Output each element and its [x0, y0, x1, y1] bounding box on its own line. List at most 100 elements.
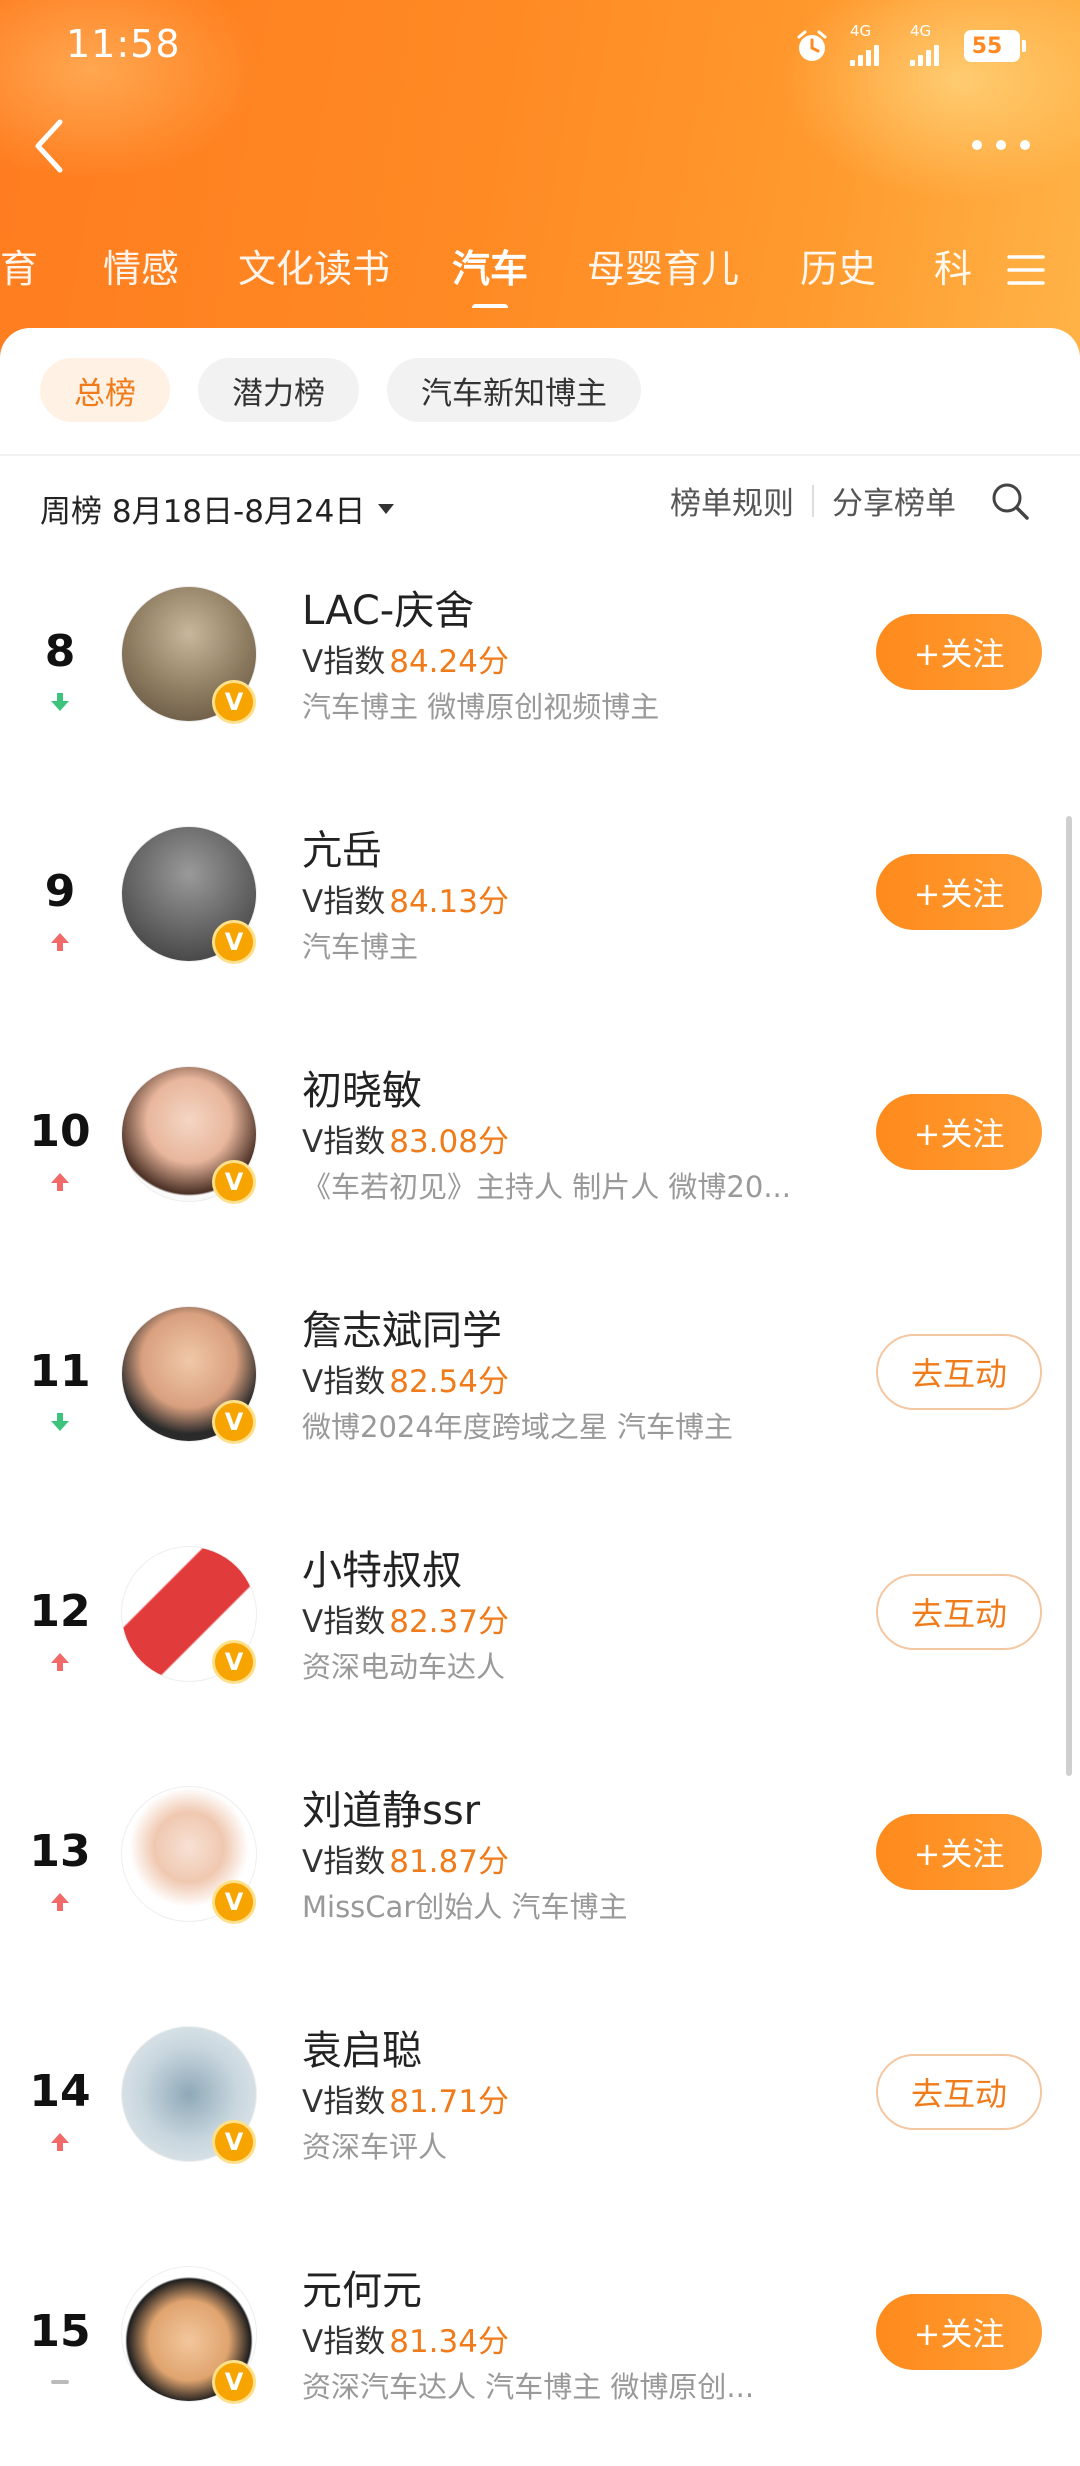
category-menu-icon[interactable]	[1006, 252, 1046, 288]
caret-down-icon	[378, 503, 395, 514]
battery-icon: 55	[964, 30, 1026, 62]
v-index: V指数 84.24分	[302, 636, 509, 681]
v-index-label: V指数	[302, 644, 386, 680]
ranking-tools: 榜单规则 分享榜单	[670, 478, 1030, 523]
v-index-score: 84.24分	[389, 644, 509, 680]
follow-button[interactable]: +关注	[876, 2294, 1042, 2370]
v-index: V指数 84.13分	[302, 876, 509, 921]
period-selector[interactable]: 周榜 8月18日-8月24日	[40, 486, 395, 531]
interact-button[interactable]: 去互动	[876, 2054, 1042, 2130]
interact-button[interactable]: 去互动	[876, 1574, 1042, 1650]
v-index-label: V指数	[302, 884, 386, 920]
v-index-label: V指数	[302, 1604, 386, 1640]
alarm-icon	[797, 30, 827, 61]
list-item[interactable]: 9 V 亢岳 V指数 84.13分 汽车博主 +关注	[0, 826, 1080, 1026]
blogger-name[interactable]: 元何元	[302, 2258, 422, 2316]
blogger-description: 《车若初见》主持人 制片人 微博20...	[302, 1170, 791, 1204]
v-index-score: 83.08分	[389, 1124, 509, 1160]
blogger-description: 汽车博主	[302, 930, 419, 964]
status-icons: 4G 4G 55	[794, 22, 1026, 68]
subtab-overall[interactable]: 总榜	[40, 358, 170, 422]
verified-v-badge-icon: V	[212, 680, 256, 724]
follow-button[interactable]: +关注	[876, 1814, 1042, 1890]
rank-unchanged-icon	[51, 2380, 69, 2384]
rank-up-arrow-icon	[51, 1173, 69, 1191]
v-index: V指数 82.37分	[302, 1596, 509, 1641]
list-item[interactable]: 12 V 小特叔叔 V指数 82.37分 资深电动车达人 去互动	[0, 1546, 1080, 1746]
blogger-description: MissCar创始人 汽车博主	[302, 1890, 628, 1924]
list-item[interactable]: 14 V 袁启聪 V指数 81.71分 资深车评人 去互动	[0, 2026, 1080, 2226]
signal-4g-icon-2: 4G	[904, 22, 950, 68]
rank-up-arrow-icon	[51, 1893, 69, 1911]
subtab-new-auto-blogger[interactable]: 汽车新知博主	[387, 358, 641, 422]
rank-number: 10	[29, 1106, 91, 1157]
list-item[interactable]: 15 V 元何元 V指数 81.34分 资深汽车达人 汽车博主 微博原创... +…	[0, 2266, 1080, 2466]
rank-number: 15	[29, 2306, 91, 2357]
list-item[interactable]: 13 V 刘道静ssr V指数 81.87分 MissCar创始人 汽车博主 +关…	[0, 1786, 1080, 1986]
v-index-label: V指数	[302, 1844, 386, 1880]
blogger-description: 资深车评人	[302, 2130, 448, 2164]
rank-up-arrow-icon	[51, 933, 69, 951]
rank-number: 14	[29, 2066, 91, 2117]
share-link[interactable]: 分享榜单	[832, 478, 956, 523]
verified-v-badge-icon: V	[212, 1880, 256, 1924]
v-index: V指数 83.08分	[302, 1116, 509, 1161]
rank-down-arrow-icon	[51, 693, 69, 711]
more-dots-icon[interactable]	[968, 132, 1034, 158]
tab-history[interactable]: 历史	[800, 238, 876, 293]
blogger-name[interactable]: 初晓敏	[302, 1058, 422, 1116]
scrollbar[interactable]	[1066, 816, 1072, 1776]
tab-education[interactable]: 教育	[0, 238, 38, 293]
blogger-name[interactable]: 亢岳	[302, 818, 382, 876]
v-index-score: 81.34分	[389, 2324, 509, 2360]
interact-button[interactable]: 去互动	[876, 1334, 1042, 1410]
blogger-name[interactable]: LAC-庆舍	[302, 578, 474, 636]
v-index-label: V指数	[302, 2324, 386, 2360]
tools-separator	[812, 484, 814, 517]
list-item[interactable]: 10 V 初晓敏 V指数 83.08分 《车若初见》主持人 制片人 微博20...…	[0, 1066, 1080, 1266]
v-index-score: 82.54分	[389, 1364, 509, 1400]
tab-parenting[interactable]: 母婴育儿	[587, 238, 739, 293]
tab-science[interactable]: 科	[934, 238, 972, 293]
rank-down-arrow-icon	[51, 1413, 69, 1431]
follow-button[interactable]: +关注	[876, 614, 1042, 690]
rank-number: 13	[29, 1826, 91, 1877]
verified-v-badge-icon: V	[212, 920, 256, 964]
blogger-name[interactable]: 小特叔叔	[302, 1538, 462, 1596]
rank-number: 11	[29, 1346, 91, 1397]
category-tabs: 教育 情感 文化读书 汽车 母婴育儿 历史 科	[0, 238, 1000, 308]
verified-v-badge-icon: V	[212, 1400, 256, 1444]
blogger-description: 汽车博主 微博原创视频博主	[302, 690, 660, 724]
v-index: V指数 81.71分	[302, 2076, 509, 2121]
verified-v-badge-icon: V	[212, 2120, 256, 2164]
follow-button[interactable]: +关注	[876, 1094, 1042, 1170]
tab-auto[interactable]: 汽车	[452, 238, 528, 293]
back-arrow-icon[interactable]	[30, 116, 70, 176]
v-index: V指数 81.34分	[302, 2316, 509, 2361]
verified-v-badge-icon: V	[212, 1640, 256, 1684]
rank-up-arrow-icon	[51, 1653, 69, 1671]
verified-v-badge-icon: V	[212, 1160, 256, 1204]
blogger-name[interactable]: 詹志斌同学	[302, 1298, 502, 1356]
rank-number: 8	[44, 626, 76, 677]
v-index-label: V指数	[302, 1124, 386, 1160]
rank-number: 12	[29, 1586, 91, 1637]
tab-culture-reading[interactable]: 文化读书	[238, 238, 390, 293]
follow-button[interactable]: +关注	[876, 854, 1042, 930]
rules-link[interactable]: 榜单规则	[670, 478, 794, 523]
blogger-name[interactable]: 刘道静ssr	[302, 1778, 480, 1836]
search-icon[interactable]	[990, 481, 1030, 521]
verified-v-badge-icon: V	[212, 2360, 256, 2404]
list-item[interactable]: 8 V LAC-庆舍 V指数 84.24分 汽车博主 微博原创视频博主 +关注	[0, 586, 1080, 786]
list-item[interactable]: 11 V 詹志斌同学 V指数 82.54分 微博2024年度跨域之星 汽车博主 去…	[0, 1306, 1080, 1506]
signal-4g-icon-1: 4G	[844, 22, 890, 68]
divider	[0, 454, 1080, 456]
status-time: 11:58	[66, 22, 181, 66]
v-index: V指数 82.54分	[302, 1356, 509, 1401]
tab-emotion[interactable]: 情感	[103, 238, 179, 293]
subtab-potential[interactable]: 潜力榜	[198, 358, 359, 422]
v-index-score: 84.13分	[389, 884, 509, 920]
blogger-name[interactable]: 袁启聪	[302, 2018, 422, 2076]
v-index-score: 81.87分	[389, 1844, 509, 1880]
v-index-score: 81.71分	[389, 2084, 509, 2120]
